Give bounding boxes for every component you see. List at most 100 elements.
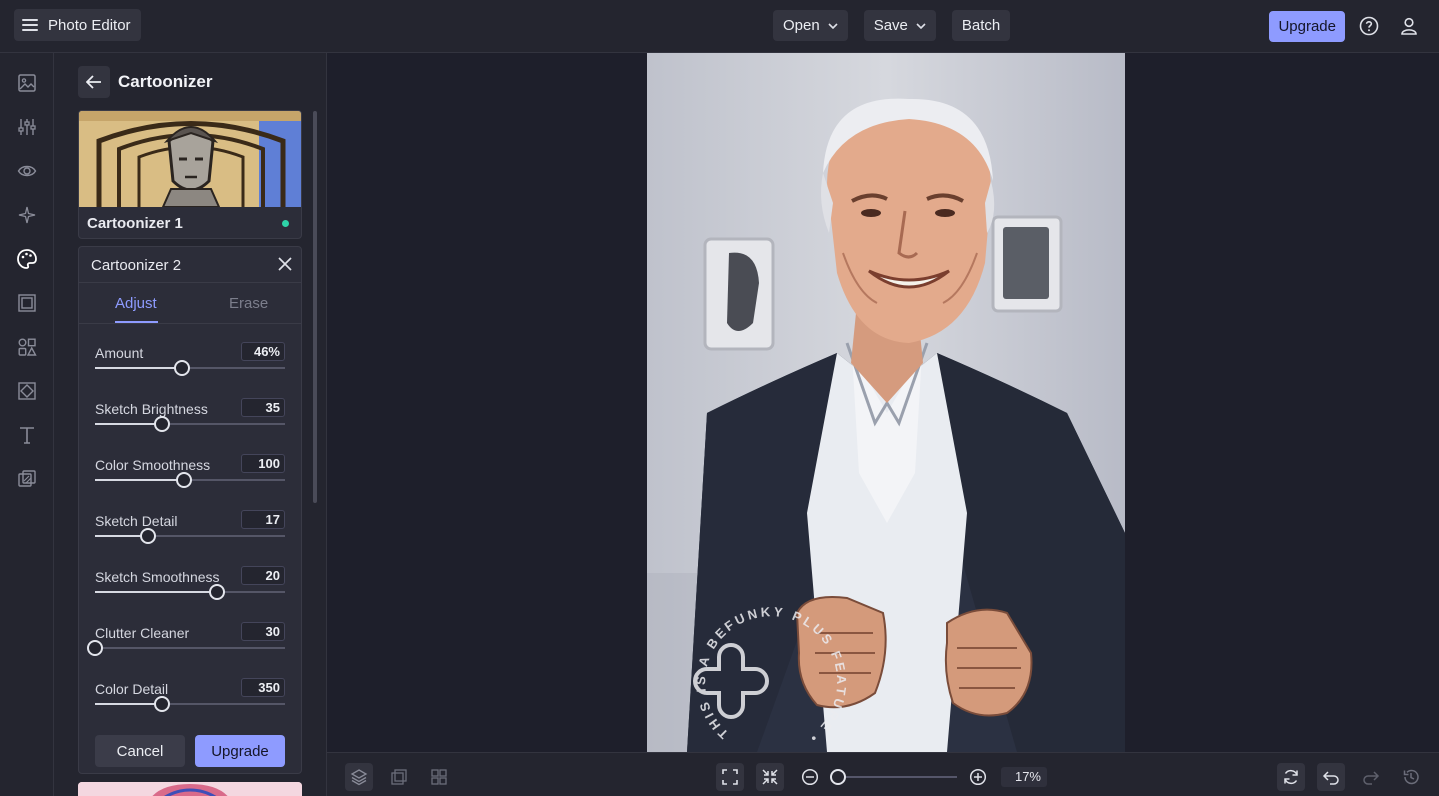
slider-row: Sketch Detail 17 xyxy=(95,510,285,563)
zoom-out-icon xyxy=(801,768,819,786)
close-icon[interactable] xyxy=(277,256,293,272)
panel-scrollbar[interactable] xyxy=(313,111,317,503)
expand-icon xyxy=(722,769,738,785)
slider-fill xyxy=(95,367,183,369)
slider-value-input[interactable]: 46% xyxy=(241,342,285,361)
chevron-down-icon xyxy=(828,22,838,29)
compare-button[interactable] xyxy=(385,763,413,791)
texture-icon[interactable] xyxy=(15,379,39,403)
eye-icon[interactable] xyxy=(15,159,39,183)
user-icon xyxy=(1401,17,1417,35)
slider-value-input[interactable]: 350 xyxy=(241,678,285,697)
bottom-toolbar: 17% xyxy=(327,752,1439,796)
undo-icon xyxy=(1322,771,1339,785)
slider-label: Sketch Smoothness xyxy=(95,569,220,585)
main-menu-button[interactable]: Photo Editor xyxy=(14,9,141,41)
slider-row: Amount 46% xyxy=(95,342,285,395)
slider-thumb[interactable] xyxy=(153,696,170,712)
redo-button[interactable] xyxy=(1357,763,1385,791)
upgrade-button[interactable]: Upgrade xyxy=(195,735,285,767)
slider-value-input[interactable]: 35 xyxy=(241,398,285,417)
undo-button[interactable] xyxy=(1317,763,1345,791)
active-tab-indicator xyxy=(115,321,158,323)
slider-thumb[interactable] xyxy=(140,528,157,544)
batch-button[interactable]: Batch xyxy=(951,10,1011,41)
upgrade-button-top[interactable]: Upgrade xyxy=(1269,10,1345,42)
slider-value-input[interactable]: 17 xyxy=(241,510,285,529)
slider-fill xyxy=(95,591,217,593)
history-button[interactable] xyxy=(1397,763,1425,791)
slider-value-input[interactable]: 20 xyxy=(241,566,285,585)
overlay-icon[interactable] xyxy=(15,467,39,491)
slider-value-input[interactable]: 30 xyxy=(241,622,285,641)
frame-icon[interactable] xyxy=(15,291,39,315)
slider-track[interactable] xyxy=(95,528,285,544)
magic-sparkle-icon[interactable] xyxy=(15,203,39,227)
adjust-card: Cartoonizer 2 Adjust Erase Amount 46% Sket… xyxy=(78,246,302,774)
zoom-slider-thumb[interactable] xyxy=(830,769,847,785)
open-menu-button[interactable]: Open xyxy=(773,10,848,41)
collapse-icon xyxy=(762,769,778,785)
preset-card-next[interactable] xyxy=(78,782,302,796)
graphics-icon[interactable] xyxy=(15,335,39,359)
grid-icon xyxy=(431,769,447,785)
slider-track[interactable] xyxy=(95,584,285,600)
slider-row: Sketch Brightness 35 xyxy=(95,398,285,451)
text-icon[interactable] xyxy=(15,423,39,447)
compare-icon xyxy=(391,769,407,785)
panel-title: Cartoonizer xyxy=(118,72,213,91)
image-icon[interactable] xyxy=(15,71,39,95)
grid-view-button[interactable] xyxy=(425,763,453,791)
reset-button[interactable] xyxy=(1277,763,1305,791)
tab-erase[interactable]: Erase xyxy=(229,295,268,312)
adjust-tabs: Adjust Erase xyxy=(79,284,301,324)
adjust-sliders-icon[interactable] xyxy=(15,115,39,139)
save-label: Save xyxy=(873,17,908,34)
slider-thumb[interactable] xyxy=(208,584,225,600)
back-button[interactable] xyxy=(78,66,110,98)
slider-value-input[interactable]: 100 xyxy=(241,454,285,473)
preset-name: Cartoonizer 1 xyxy=(87,215,183,232)
actual-size-button[interactable] xyxy=(756,763,784,791)
help-icon xyxy=(1359,16,1379,36)
slider-label: Color Smoothness xyxy=(95,457,211,473)
batch-label: Batch xyxy=(961,17,1001,34)
effects-panel: Cartoonizer Cartoonizer 1 Cartoonizer 2 xyxy=(54,53,327,796)
help-button[interactable] xyxy=(1353,10,1385,42)
zoom-value[interactable]: 17% xyxy=(1001,767,1047,787)
cancel-button[interactable]: Cancel xyxy=(95,735,185,767)
photo-image: THIS IS A BEFUNKY PLUS FEATURE • xyxy=(647,53,1125,752)
slider-thumb[interactable] xyxy=(174,360,191,376)
slider-track[interactable] xyxy=(95,696,285,712)
layers-icon xyxy=(350,769,368,786)
slider-track[interactable] xyxy=(95,360,285,376)
zoom-out-button[interactable] xyxy=(796,763,824,791)
tab-adjust[interactable]: Adjust xyxy=(115,295,157,312)
slider-label: Amount xyxy=(95,345,144,361)
account-button[interactable] xyxy=(1393,10,1425,42)
zoom-slider-track[interactable] xyxy=(832,776,957,778)
slider-track[interactable] xyxy=(87,640,285,656)
slider-track[interactable] xyxy=(95,472,285,488)
slider-thumb[interactable] xyxy=(176,472,193,488)
slider-thumb[interactable] xyxy=(87,640,103,656)
layers-button[interactable] xyxy=(345,763,373,791)
zoom-in-button[interactable] xyxy=(964,763,992,791)
save-menu-button[interactable]: Save xyxy=(863,10,936,41)
slider-row: Clutter Cleaner 30 xyxy=(87,622,285,675)
slider-thumb[interactable] xyxy=(153,416,170,432)
refresh-icon xyxy=(1284,769,1298,785)
slider-row: Sketch Smoothness 20 xyxy=(95,566,285,619)
redo-icon xyxy=(1363,771,1380,785)
preset-card-cartoonizer-1[interactable]: Cartoonizer 1 xyxy=(78,110,302,239)
history-icon xyxy=(1403,769,1419,785)
fit-to-screen-button[interactable] xyxy=(716,763,744,791)
app-title: Photo Editor xyxy=(48,16,131,34)
top-bar: Photo Editor Open Save Batch Upgrade xyxy=(0,0,1439,53)
adjust-title: Cartoonizer 2 xyxy=(91,257,182,274)
palette-icon[interactable] xyxy=(15,247,39,271)
applied-status-dot xyxy=(282,220,289,227)
slider-label: Color Detail xyxy=(95,681,169,697)
slider-track[interactable] xyxy=(95,416,285,432)
slider-label: Clutter Cleaner xyxy=(95,625,190,641)
